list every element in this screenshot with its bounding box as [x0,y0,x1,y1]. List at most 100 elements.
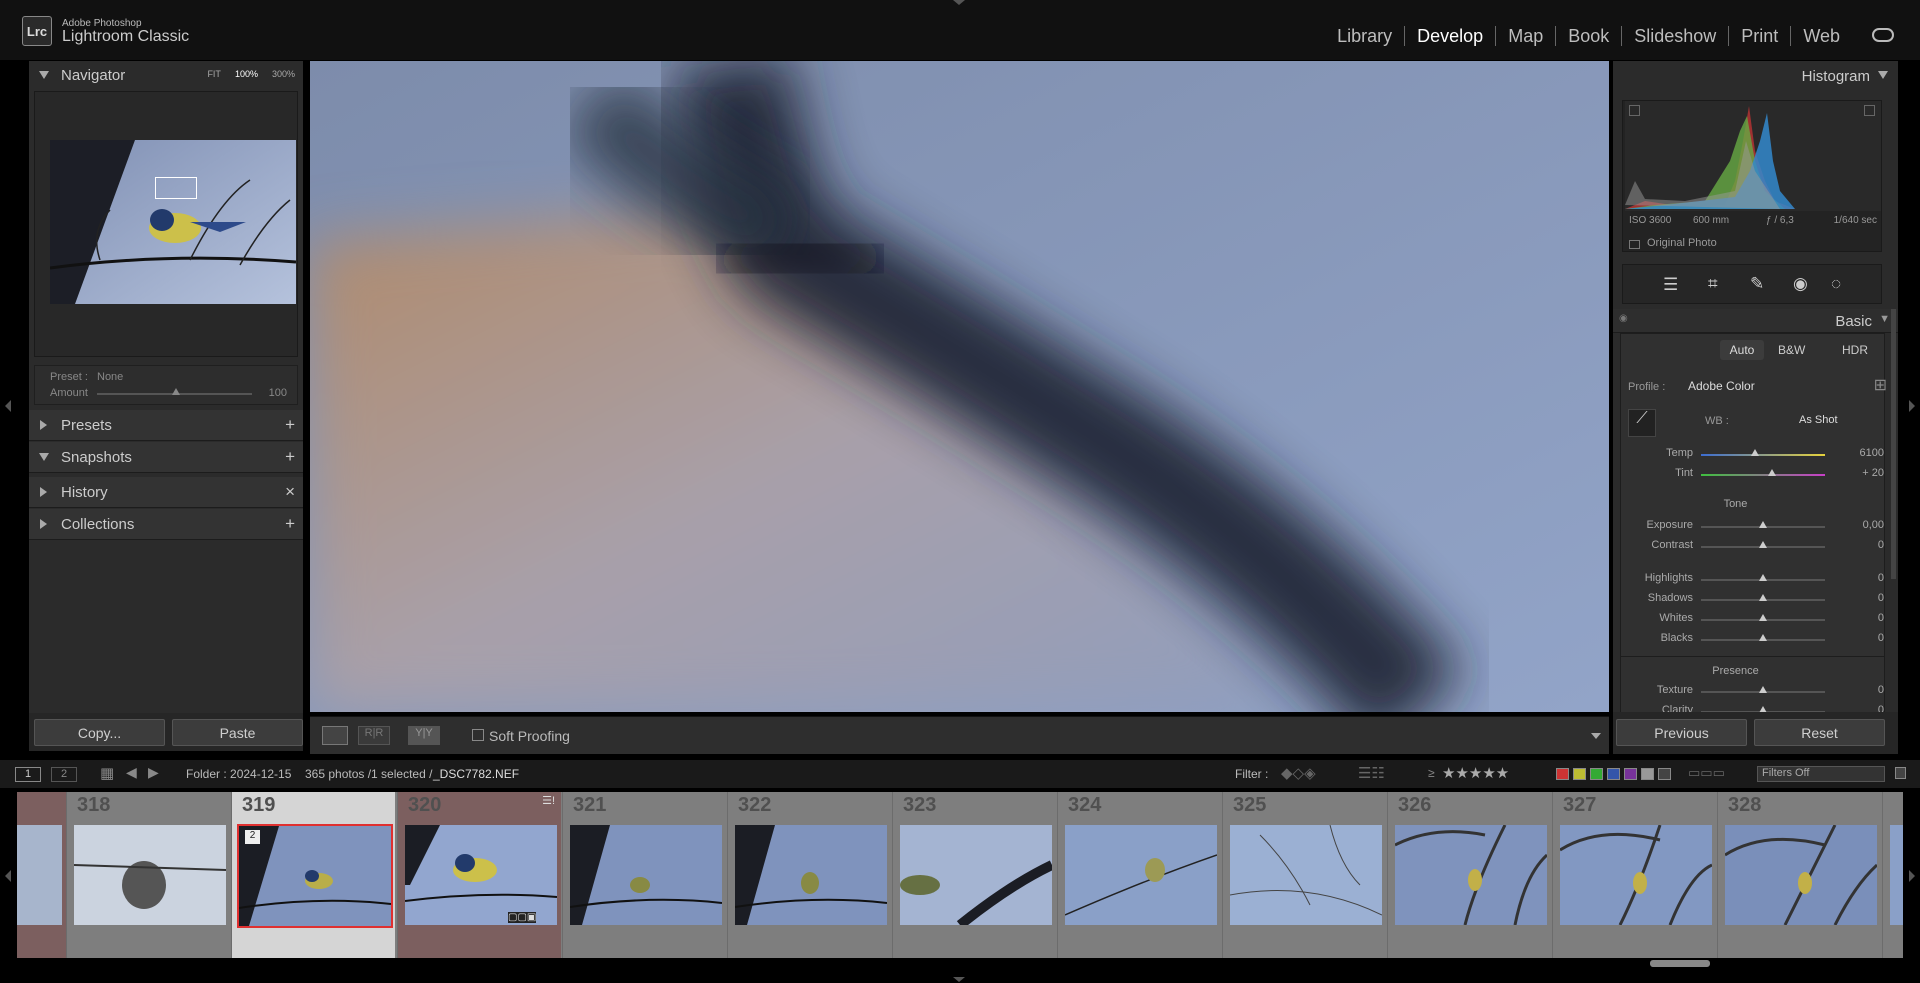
filter-lock-icon[interactable] [1895,767,1906,779]
film-thumb[interactable] [1065,825,1217,925]
collapse-bottom-icon[interactable] [953,977,965,982]
texture-value[interactable]: 0 [1878,684,1884,696]
flag-filter-icon[interactable]: ◆◇◈ [1281,764,1316,782]
blacks-knob[interactable] [1759,634,1767,641]
film-thumb-selected[interactable]: 2 [237,824,393,928]
highlight-clipping-icon[interactable] [1864,105,1875,116]
shadows-value[interactable]: 0 [1878,592,1884,604]
collapse-left-icon[interactable] [5,400,11,412]
tint-knob[interactable] [1768,469,1776,476]
film-cell-319-selected[interactable]: 319 2 [231,792,395,958]
histogram-graph[interactable] [1625,101,1881,211]
clear-history-icon[interactable]: × [285,482,295,502]
collections-panel-header[interactable]: Collections + [29,509,303,540]
basic-collapse-icon[interactable]: ▼ [1879,313,1890,325]
second-window-button[interactable]: 2 [51,767,77,782]
film-thumb[interactable] [735,825,887,925]
add-collection-icon[interactable]: + [285,514,295,534]
film-thumb-partial[interactable] [17,825,62,925]
edit-filter-icon[interactable]: ☰☷ [1358,764,1385,782]
navigator-zoom-rect[interactable] [155,177,197,199]
cloud-sync-icon[interactable] [1872,28,1894,42]
film-cell-326[interactable]: 326 [1387,792,1551,958]
wb-select[interactable]: As Shot [1799,414,1838,426]
add-preset-icon[interactable]: + [285,415,295,435]
film-cell-partial[interactable] [17,792,66,958]
amount-knob[interactable] [172,388,180,395]
film-cell-320[interactable]: 320 ☰! ▢▢▣ [397,792,561,958]
folder-label[interactable]: Folder : 2024-12-15 [186,767,291,781]
red-eye-icon[interactable]: ◉ [1793,274,1808,294]
navigator-image[interactable] [50,140,296,304]
whites-knob[interactable] [1759,614,1767,621]
color-label-filter[interactable] [1556,768,1671,780]
film-thumb[interactable] [74,825,226,925]
temp-value[interactable]: 6100 [1860,447,1884,459]
whites-slider[interactable]: Whites 0 [1613,610,1898,628]
film-thumb[interactable] [570,825,722,925]
highlights-knob[interactable] [1759,574,1767,581]
module-book[interactable]: Book [1556,26,1623,46]
toolbar-menu-icon[interactable] [1591,733,1601,739]
film-cell-321[interactable]: 321 [562,792,726,958]
before-after-lr-icon[interactable]: R|R [358,726,390,745]
hdr-button[interactable]: HDR [1842,343,1868,357]
film-cell-324[interactable]: 324 [1057,792,1221,958]
highlights-slider[interactable]: Highlights 0 [1613,570,1898,588]
soft-proofing-checkbox[interactable] [472,729,484,741]
reset-button[interactable]: Reset [1754,719,1885,746]
back-arrow-icon[interactable]: ◀ [126,764,137,781]
temp-track[interactable] [1701,454,1825,456]
module-web[interactable]: Web [1791,26,1852,46]
highlights-value[interactable]: 0 [1878,572,1884,584]
zoom-fit[interactable]: FIT [207,69,221,79]
add-snapshot-icon[interactable]: + [285,447,295,467]
copy-status-icon[interactable]: ▭▭▭ [1688,765,1725,781]
filmstrip-scroll-right-icon[interactable] [1909,870,1915,882]
filmstrip-scrollbar[interactable] [1650,960,1710,967]
exposure-knob[interactable] [1759,521,1767,528]
tint-value[interactable]: + 20 [1862,467,1884,479]
film-cell-322[interactable]: 322 [727,792,891,958]
red-label-icon[interactable] [1556,768,1569,780]
custom-label-icon[interactable] [1641,768,1654,780]
wb-picker-icon[interactable]: ⟋ [1628,409,1656,437]
module-print[interactable]: Print [1729,26,1792,46]
module-map[interactable]: Map [1496,26,1557,46]
texture-slider[interactable]: Texture 0 [1613,682,1898,700]
original-photo-checkbox[interactable] [1629,240,1640,249]
rating-filter-stars[interactable]: ★★★★★ [1442,764,1509,782]
module-slideshow[interactable]: Slideshow [1622,26,1730,46]
main-image-view[interactable] [310,61,1609,712]
navigator-header[interactable]: Navigator FIT 100% 300% [29,61,303,89]
film-thumb[interactable] [1560,825,1712,925]
blacks-slider[interactable]: Blacks 0 [1613,630,1898,648]
shadow-clipping-icon[interactable] [1629,105,1640,116]
film-thumb[interactable] [1230,825,1382,925]
profile-select[interactable]: Adobe Color [1688,379,1755,393]
exposure-value[interactable]: 0,00 [1863,519,1884,531]
film-thumb[interactable] [1395,825,1547,925]
film-thumb[interactable] [1725,825,1877,925]
no-label-icon[interactable] [1658,768,1671,780]
film-cell-325[interactable]: 325 [1222,792,1386,958]
clarity-value[interactable]: 0 [1878,704,1884,712]
snapshots-panel-header[interactable]: Snapshots + [29,442,303,473]
film-cell-323[interactable]: 323 [892,792,1056,958]
tint-track[interactable] [1701,474,1825,476]
histogram-collapse-icon[interactable] [1878,71,1888,79]
rating-operator[interactable]: ≥ [1428,766,1435,780]
filter-preset-select[interactable]: Filters Off [1757,766,1885,782]
forward-arrow-icon[interactable]: ▶ [148,764,159,781]
filmstrip-scroll-left-icon[interactable] [5,870,11,882]
contrast-knob[interactable] [1759,541,1767,548]
profile-browser-icon[interactable]: ⊞ [1874,375,1887,395]
main-window-button[interactable]: 1 [15,767,41,782]
before-after-yy-icon[interactable]: Y|Y [408,726,440,745]
film-thumb-partial[interactable] [1890,825,1903,925]
blue-label-icon[interactable] [1607,768,1620,780]
zoom-300[interactable]: 300% [272,69,295,79]
zoom-100[interactable]: 100% [235,69,258,79]
yellow-label-icon[interactable] [1573,768,1586,780]
module-library[interactable]: Library [1325,26,1406,46]
